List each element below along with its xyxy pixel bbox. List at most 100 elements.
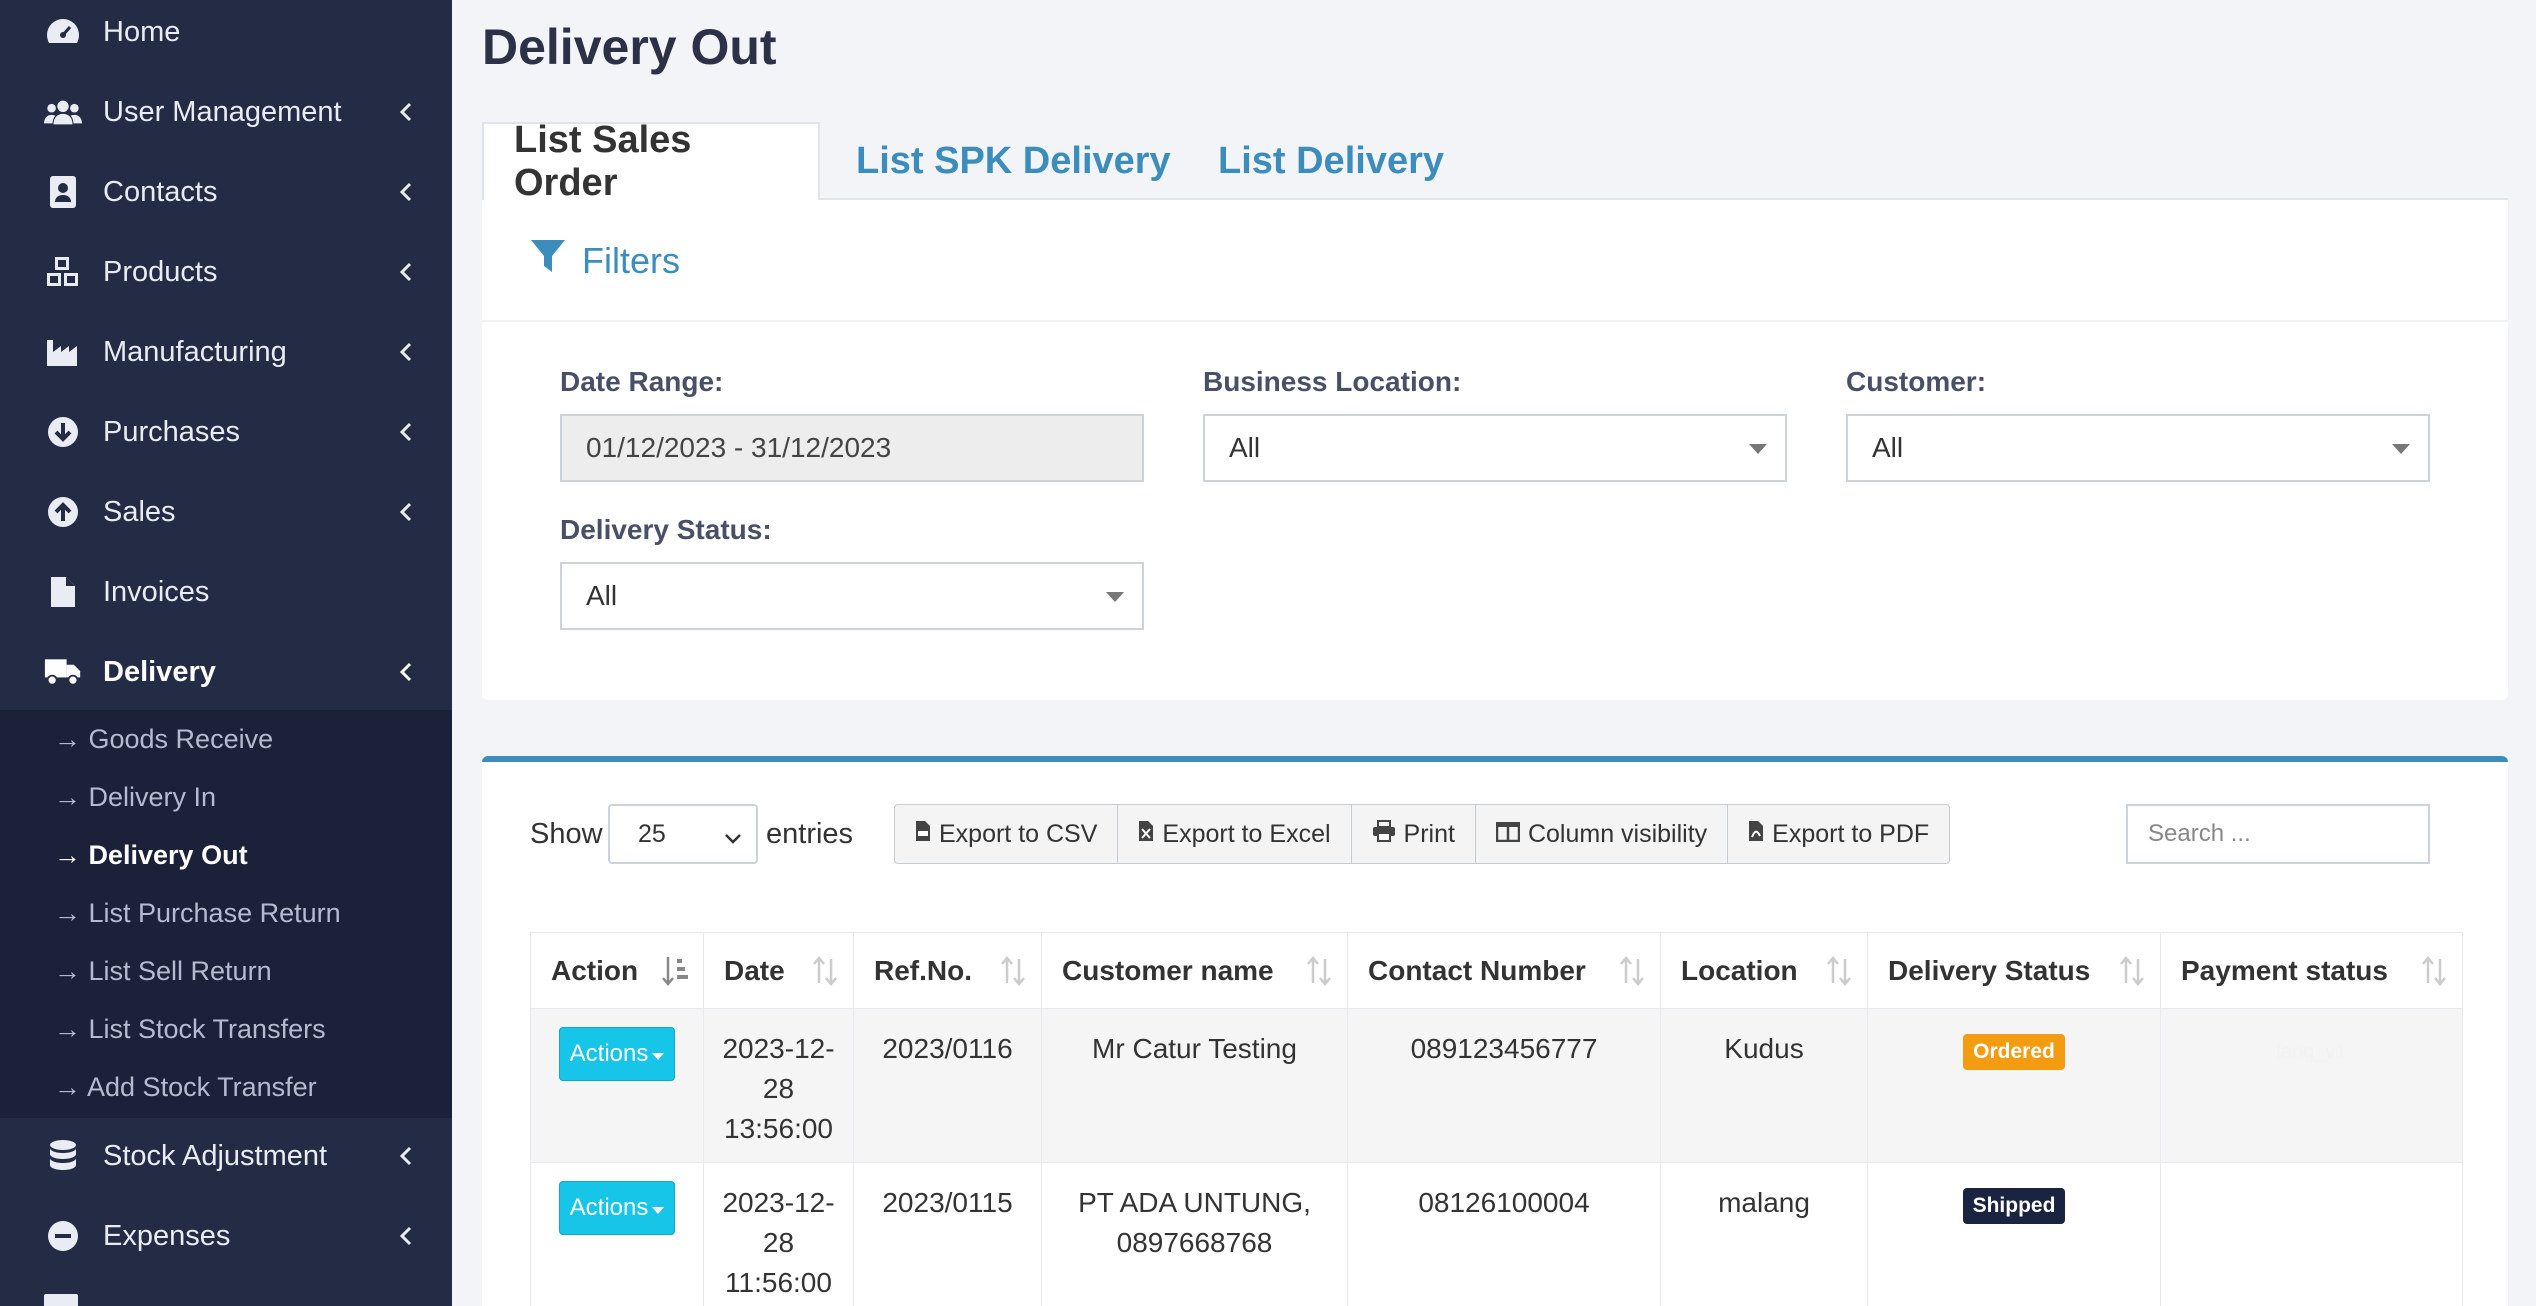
chevron-down-icon — [724, 824, 742, 853]
submenu-list-purchase-return[interactable]: → List Purchase Return — [54, 898, 341, 929]
payment-cell: lang_v1 — [2160, 1008, 2463, 1163]
sidebar-item-products[interactable]: Products — [0, 240, 452, 304]
database-icon — [44, 1137, 82, 1175]
delivery-submenu: → Goods Receive → Delivery In → Delivery… — [0, 710, 452, 1118]
column-header-location[interactable]: Location — [1660, 932, 1868, 1009]
column-header-date[interactable]: Date — [703, 932, 854, 1009]
file-csv-icon — [915, 820, 931, 849]
chevron-left-icon — [393, 419, 419, 445]
sidebar-item-expenses[interactable]: Expenses — [0, 1204, 452, 1268]
sort-amount-icon — [661, 955, 689, 994]
date-line-1: 2023-12- — [722, 1187, 835, 1218]
address-book-icon — [44, 173, 82, 211]
column-header-label: Action — [551, 954, 639, 986]
export-csv-button[interactable]: Export to CSV — [895, 805, 1119, 863]
caret-down-icon — [1749, 444, 1767, 454]
date-range-value: 01/12/2023 - 31/12/2023 — [586, 432, 892, 463]
column-header-payment-status[interactable]: Payment status — [2160, 932, 2463, 1009]
sidebar-item-contacts[interactable]: Contacts — [0, 160, 452, 224]
caret-down-icon — [652, 1188, 665, 1228]
filters-toggle[interactable]: Filters — [530, 238, 680, 283]
export-button-group: Export to CSV Export to Excel Print Colu… — [894, 804, 1951, 864]
cubes-icon — [44, 253, 82, 291]
submenu-goods-receive[interactable]: → Goods Receive — [54, 724, 273, 755]
sidebar-item-purchases[interactable]: Purchases — [0, 400, 452, 464]
table-header-row: Action Date Ref.No. Customer name Contac… — [530, 932, 2463, 1009]
sidebar-item-label: Home — [103, 15, 181, 48]
date-line-2: 28 — [762, 1073, 795, 1104]
date-line-3: 13:56:00 — [724, 1113, 833, 1144]
tab-list-spk-delivery[interactable]: List SPK Delivery — [856, 122, 1171, 200]
sidebar-item-label: Manufacturing — [103, 335, 287, 368]
export-pdf-button[interactable]: Export to PDF — [1728, 805, 1949, 863]
column-header-action[interactable]: Action — [530, 932, 704, 1009]
print-button[interactable]: Print — [1352, 805, 1476, 863]
entries-select[interactable]: 25 — [608, 804, 758, 864]
date-range-label: Date Range: — [560, 366, 724, 397]
submenu-delivery-out[interactable]: → Delivery Out — [54, 840, 248, 871]
actions-button[interactable]: Actions — [558, 1181, 676, 1235]
column-header-contact-number[interactable]: Contact Number — [1347, 932, 1661, 1009]
customer-value: All — [1872, 432, 1904, 463]
chevron-left-icon — [393, 179, 419, 205]
delivery-status-label: Delivery Status: — [560, 514, 772, 545]
sidebar-item-invoices[interactable]: Invoices — [0, 560, 452, 624]
sidebar-item-manufacturing[interactable]: Manufacturing — [0, 320, 452, 384]
search-input[interactable] — [2126, 804, 2430, 864]
table-row: Actions 2023-12- 28 13:56:00 2023/0116 M… — [530, 1008, 2463, 1163]
arrow-circle-down-icon — [44, 413, 82, 451]
sidebar-item-label: Delivery — [103, 655, 216, 688]
tab-list-sales-order[interactable]: List Sales Order — [482, 119, 820, 204]
actions-label: Actions — [569, 1194, 649, 1221]
date-range-input[interactable]: 01/12/2023 - 31/12/2023 — [560, 414, 1144, 482]
submenu-delivery-in[interactable]: → Delivery In — [54, 782, 216, 813]
sidebar-item-stock-adjustment[interactable]: Stock Adjustment — [0, 1124, 452, 1188]
sidebar-item-user-management[interactable]: User Management — [0, 80, 452, 144]
business-location-label: Business Location: — [1203, 366, 1462, 397]
business-location-select[interactable]: All — [1203, 414, 1787, 482]
arrow-circle-up-icon — [44, 493, 82, 531]
submenu-list-stock-transfers[interactable]: → List Stock Transfers — [54, 1014, 326, 1045]
export-excel-button[interactable]: Export to Excel — [1118, 805, 1352, 863]
chevron-left-icon — [393, 259, 419, 285]
column-header-ref-no[interactable]: Ref.No. — [853, 932, 1042, 1009]
sidebar-item-sales[interactable]: Sales — [0, 480, 452, 544]
filters-divider — [482, 320, 2508, 322]
tab-list-delivery[interactable]: List Delivery — [1218, 122, 1444, 200]
delivery-status-select[interactable]: All — [560, 562, 1144, 630]
customer-cell: Mr Catur Testing — [1041, 1008, 1348, 1163]
page-title: Delivery Out — [482, 19, 777, 75]
sidebar: Home User Management Contacts Products M… — [0, 0, 452, 1306]
ref-cell: 2023/0115 — [853, 1162, 1042, 1306]
sidebar-item-label: Stock Adjustment — [103, 1139, 328, 1172]
column-header-customer-name[interactable]: Customer name — [1041, 932, 1348, 1009]
entries-label: entries — [766, 818, 854, 850]
column-header-label: Contact Number — [1368, 954, 1586, 986]
contact-cell: 089123456777 — [1347, 1008, 1661, 1163]
customer-select[interactable]: All — [1846, 414, 2430, 482]
sidebar-item-home[interactable]: Home — [0, 0, 452, 64]
export-csv-label: Export to CSV — [939, 819, 1098, 848]
column-header-delivery-status[interactable]: Delivery Status — [1867, 932, 2161, 1009]
actions-button[interactable]: Actions — [558, 1027, 676, 1081]
chevron-left-icon — [393, 499, 419, 525]
sidebar-item-delivery[interactable]: Delivery — [0, 640, 452, 704]
file-pdf-icon — [1748, 820, 1764, 849]
sort-icon — [1618, 955, 1646, 994]
submenu-add-stock-transfer[interactable]: → Add Stock Transfer — [54, 1072, 317, 1103]
payment-cell — [2160, 1162, 2463, 1306]
industry-icon — [44, 333, 82, 371]
status-badge: Ordered — [1963, 1034, 2065, 1070]
columns-icon — [1495, 820, 1521, 849]
submenu-list-sell-return[interactable]: → List Sell Return — [54, 956, 272, 987]
column-header-label: Delivery Status — [1888, 954, 2091, 986]
column-visibility-button[interactable]: Column visibility — [1476, 805, 1729, 863]
payment-status-text: lang_v1 — [2276, 1041, 2347, 1063]
truck-icon — [44, 653, 82, 691]
dashboard-icon — [44, 13, 82, 51]
ref-cell: 2023/0116 — [853, 1008, 1042, 1163]
chevron-left-icon — [393, 339, 419, 365]
sidebar-item-label: Expenses — [103, 1219, 231, 1252]
export-excel-label: Export to Excel — [1162, 819, 1331, 848]
chevron-left-icon — [393, 1143, 419, 1169]
